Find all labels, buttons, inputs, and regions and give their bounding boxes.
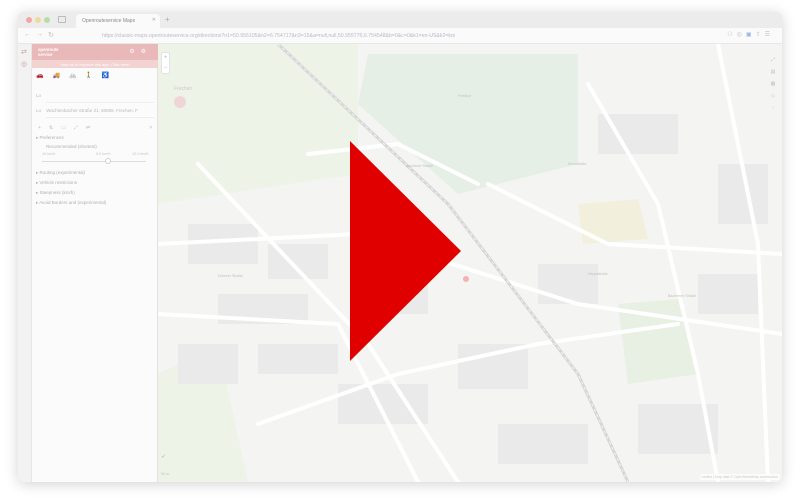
section-routing[interactable]: ▸ Routing (experimental) bbox=[36, 170, 85, 176]
maximize-window-button[interactable] bbox=[44, 17, 50, 23]
slider-mid-label: 5.0 km/h bbox=[96, 152, 111, 156]
brand-header: openroute service ⚙⚙ bbox=[32, 44, 158, 60]
play-icon[interactable] bbox=[350, 141, 461, 361]
map-tools[interactable]: ⤢ ▤ ▦ ◇ ▫ bbox=[768, 54, 778, 114]
slider-max-label: 12.0 km/h bbox=[132, 152, 149, 156]
preference-value[interactable]: Recommended (shortest) bbox=[46, 144, 97, 149]
locate-icon[interactable]: ◇ bbox=[768, 90, 778, 102]
place-label: Dürener Straße bbox=[218, 274, 243, 278]
divider bbox=[46, 102, 154, 103]
back-icon[interactable]: ← bbox=[24, 31, 31, 38]
tab-openrouteservice[interactable]: Openrouteservice Maps ✕ bbox=[76, 14, 160, 28]
measure-icon[interactable]: ▦ bbox=[768, 78, 778, 90]
extension-icon[interactable]: ▣ bbox=[746, 32, 756, 38]
header-actions[interactable]: ⚙⚙ bbox=[129, 48, 152, 55]
isochrones-icon[interactable]: ◎ bbox=[21, 60, 27, 68]
section-vehicle[interactable]: ▸ Vehicle restrictions bbox=[36, 180, 77, 186]
directions-panel: openroute service ⚙⚙ Help us to improve … bbox=[32, 44, 158, 482]
waypoint-tools[interactable]: +⇅▭⤢⇄ bbox=[38, 125, 98, 131]
url-field[interactable]: https://classic-maps.openrouteservice.or… bbox=[98, 30, 658, 42]
close-window-button[interactable] bbox=[26, 17, 32, 23]
end-waypoint[interactable]: Lo Wachtenbacher Straße 21, 50858, Frech… bbox=[36, 108, 154, 113]
zoom-in-button[interactable]: + bbox=[162, 53, 169, 63]
compass-icon[interactable]: ➶ bbox=[161, 453, 166, 460]
clear-route-icon[interactable]: ✕ bbox=[149, 125, 153, 131]
brand-logo: openroute service bbox=[38, 47, 59, 57]
tab-close-icon[interactable]: ✕ bbox=[152, 17, 156, 23]
tab-title: Openrouteservice Maps bbox=[82, 18, 136, 24]
layers-icon[interactable]: ▤ bbox=[768, 66, 778, 78]
left-rail: ⇄ ◎ bbox=[18, 44, 32, 482]
place-label: Bachemer Straße bbox=[668, 294, 697, 298]
divider bbox=[46, 117, 154, 118]
speed-slider[interactable] bbox=[42, 161, 146, 162]
section-steepness[interactable]: ▸ Steepness (km/h) bbox=[36, 190, 75, 196]
address-bar: ← → ↻ https://classic-maps.openrouteserv… bbox=[18, 28, 782, 44]
scale-bar: 50 m bbox=[161, 472, 169, 476]
start-marker[interactable] bbox=[174, 96, 186, 108]
section-avoid-borders[interactable]: ▸ Avoid Borders and (experimental) bbox=[36, 200, 106, 206]
place-label: Hauptstraße bbox=[588, 272, 608, 276]
map-view[interactable]: + − ⤢ ▤ ▦ ◇ ▫ Frechen Aachener Straße Ki… bbox=[158, 44, 782, 482]
forward-icon[interactable]: → bbox=[36, 31, 43, 38]
reload-icon[interactable]: ↻ bbox=[48, 31, 54, 39]
place-label: Frechen bbox=[174, 86, 193, 92]
map-attribution[interactable]: Leaflet | Map data © OpenStreetMap contr… bbox=[699, 474, 780, 480]
directions-icon[interactable]: ⇄ bbox=[21, 48, 27, 56]
sidebar-toggle-icon[interactable] bbox=[58, 16, 66, 23]
map-tiles bbox=[158, 44, 782, 482]
green-area bbox=[158, 44, 358, 204]
minimize-window-button[interactable] bbox=[35, 17, 41, 23]
section-preferences[interactable]: ▸ Preferences bbox=[36, 135, 64, 141]
place-label: Friedhof bbox=[458, 94, 472, 98]
zoom-out-button[interactable]: − bbox=[162, 63, 169, 73]
place-label: Kirchstraße bbox=[568, 162, 587, 166]
settings-icon[interactable]: ▫ bbox=[768, 102, 778, 114]
slider-min-label: 10 km/h bbox=[42, 152, 56, 156]
feedback-notice[interactable]: Help us to improve this app. Click here! bbox=[32, 60, 158, 68]
destination-marker[interactable] bbox=[463, 276, 469, 282]
new-tab-icon[interactable]: + bbox=[165, 15, 170, 24]
tab-bar: Openrouteservice Maps ✕ + bbox=[18, 12, 782, 28]
fullscreen-icon[interactable]: ⤢ bbox=[768, 54, 778, 66]
travel-mode-selector[interactable]: 🚗🚚🚲🚶♿ bbox=[36, 72, 156, 82]
school-area bbox=[578, 199, 648, 244]
start-waypoint[interactable]: Lo bbox=[36, 93, 154, 98]
browser-toolbar-icons[interactable]: ⚇◎▣⇧☰ bbox=[727, 31, 774, 38]
zoom-control[interactable]: + − bbox=[161, 52, 170, 74]
speed-slider-handle[interactable] bbox=[104, 158, 111, 164]
